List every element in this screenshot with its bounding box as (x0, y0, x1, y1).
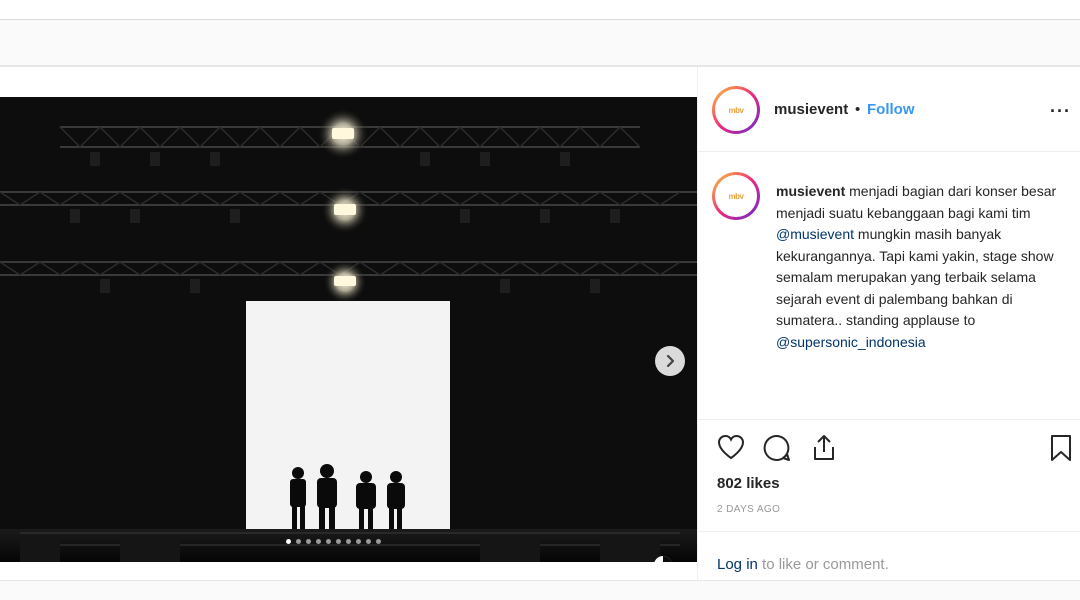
carousel-next-button[interactable] (655, 346, 685, 376)
carousel-dot (356, 539, 361, 544)
separator-dot: • (855, 101, 861, 118)
multi-image-badge-icon (654, 556, 672, 562)
carousel-dot (336, 539, 341, 544)
carousel-dot (286, 539, 291, 544)
avatar-logo: mbv (728, 105, 744, 115)
carousel-dot (316, 539, 321, 544)
caption-username[interactable]: musievent (776, 183, 845, 199)
more-options-icon[interactable]: ··· (1050, 101, 1071, 122)
mention-link[interactable]: @musievent (776, 226, 854, 242)
chevron-right-icon (666, 354, 675, 368)
caption-avatar[interactable]: mbv (712, 172, 760, 220)
sub-header-bar (0, 20, 1080, 66)
avatar-logo: mbv (728, 191, 744, 201)
carousel-dot (296, 539, 301, 544)
post-card: mbv musievent • Follow ··· mbv musievent… (0, 66, 1080, 582)
top-nav-bar (0, 0, 1080, 20)
post-media[interactable] (0, 97, 697, 562)
mention-link[interactable]: @supersonic_indonesia (776, 334, 926, 350)
login-link[interactable]: Log in (717, 556, 758, 573)
heart-icon[interactable] (716, 433, 746, 461)
carousel-dot (346, 539, 351, 544)
carousel-dot (326, 539, 331, 544)
carousel-dot (306, 539, 311, 544)
divider (698, 531, 1080, 532)
post-username[interactable]: musievent (774, 101, 848, 118)
divider (698, 419, 1080, 420)
carousel-indicator (286, 539, 381, 544)
carousel-dot (366, 539, 371, 544)
follow-button[interactable]: Follow (867, 101, 915, 118)
comment-icon[interactable] (762, 433, 792, 463)
avatar[interactable]: mbv (712, 86, 760, 134)
post-sidebar: mbv musievent • Follow ··· mbv musievent… (697, 67, 1080, 582)
login-prompt-text: to like or comment. (757, 556, 889, 573)
carousel-dot (376, 539, 381, 544)
bookmark-icon[interactable] (1048, 433, 1074, 463)
post-caption: musievent menjadi bagian dari konser bes… (776, 181, 1066, 353)
post-header: mbv musievent • Follow ··· (698, 67, 1080, 152)
login-prompt: Log in to like or comment. (717, 556, 889, 573)
share-icon[interactable] (810, 433, 838, 463)
likes-count[interactable]: 802 likes (717, 475, 780, 492)
post-timestamp[interactable]: 2 DAYS AGO (717, 504, 780, 515)
concert-stage-photo (0, 97, 697, 562)
